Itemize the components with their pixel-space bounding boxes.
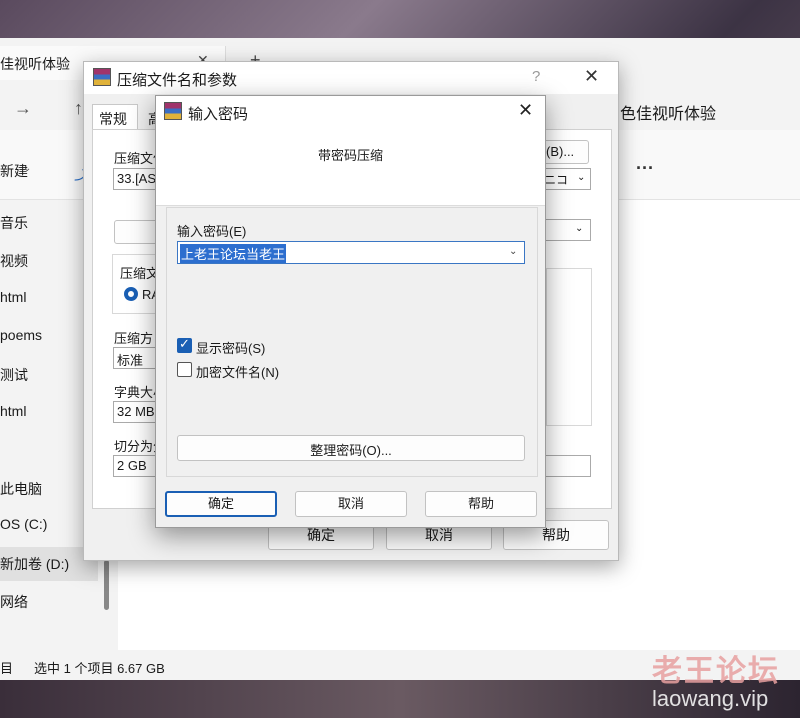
parameters-input[interactable] <box>545 455 591 477</box>
sidebar-item[interactable]: OS (C:) <box>0 516 47 532</box>
show-password-label[interactable]: 显示密码(S) <box>196 338 265 357</box>
password-dialog-title: 输入密码 <box>188 106 249 123</box>
sidebar-item[interactable]: 此电脑 <box>0 479 42 499</box>
password-input-value[interactable]: 上老王论坛当老王 <box>180 244 287 263</box>
rar-format-radio[interactable] <box>124 287 138 301</box>
sidebar-item[interactable]: 音乐 <box>0 213 28 233</box>
archive-format-label: 压缩文 <box>120 266 160 281</box>
archive-dialog-title: 压缩文件名和参数 <box>117 72 238 89</box>
watermark-logo-text: 老王论坛 <box>652 655 780 688</box>
password-help-button[interactable]: 帮助 <box>425 491 537 517</box>
update-mode-value: ニコ <box>544 173 569 187</box>
explorer-tab-title: 佳视听体验 <box>0 56 70 72</box>
sidebar-item[interactable]: 视频 <box>0 251 28 271</box>
profiles-button[interactable] <box>114 220 160 244</box>
close-icon[interactable]: ✕ <box>584 66 599 87</box>
compression-method-value: 标准 <box>117 353 144 368</box>
sidebar-item[interactable]: html <box>0 403 26 419</box>
status-item-count: 目 <box>0 661 14 676</box>
split-volumes-value: 2 GB <box>117 458 147 473</box>
chevron-down-icon[interactable]: ⌄ <box>23 163 31 174</box>
tab-general-label: 常规 <box>99 111 127 127</box>
help-icon[interactable]: ? <box>532 68 540 85</box>
watermark-url: laowang.vip <box>652 686 769 711</box>
encrypt-filenames-checkbox[interactable] <box>177 362 192 377</box>
address-bar-title[interactable]: 色佳视听体验 <box>620 100 716 124</box>
winrar-icon <box>93 68 111 86</box>
dictionary-size-value: 32 MB <box>117 404 155 419</box>
compression-method-label: 压缩方 <box>114 331 154 346</box>
enter-password-label: 输入密码(E) <box>177 224 247 239</box>
up-icon[interactable]: ↑ <box>74 98 83 119</box>
forward-icon[interactable]: → <box>14 98 32 119</box>
more-icon[interactable]: ··· <box>636 158 654 179</box>
archive-options-group <box>546 268 592 426</box>
chevron-down-icon[interactable]: ⌄ <box>575 223 583 234</box>
profile-select[interactable] <box>545 219 591 241</box>
chevron-down-icon[interactable]: ⌄ <box>577 172 585 183</box>
sidebar-item[interactable]: 新加卷 (D:) <box>0 554 69 574</box>
sidebar-item[interactable]: 测试 <box>0 365 28 385</box>
status-selection: 选中 1 个项目 6.67 GB <box>34 661 165 676</box>
organize-passwords-label: 整理密码(O)... <box>310 443 392 458</box>
sidebar-item[interactable]: poems <box>0 327 42 343</box>
close-icon[interactable]: ✕ <box>518 100 533 121</box>
password-dialog-header <box>156 126 545 206</box>
sidebar-scrollbar[interactable] <box>104 560 109 610</box>
password-ok-button[interactable]: 确定 <box>165 491 277 517</box>
sidebar-item[interactable]: html <box>0 289 26 305</box>
sidebar-item[interactable]: 网络 <box>0 592 28 612</box>
encrypt-filenames-label[interactable]: 加密文件名(N) <box>196 362 279 381</box>
password-dialog-header-text: 带密码压缩 <box>317 148 383 163</box>
password-cancel-button[interactable]: 取消 <box>295 491 407 517</box>
archive-name-value: 33.[AS <box>117 171 157 186</box>
winrar-icon <box>164 102 182 120</box>
chevron-down-icon[interactable]: ⌄ <box>509 246 517 257</box>
browse-label: (B)... <box>546 144 575 159</box>
checkmark-icon: ✓ <box>179 336 190 351</box>
